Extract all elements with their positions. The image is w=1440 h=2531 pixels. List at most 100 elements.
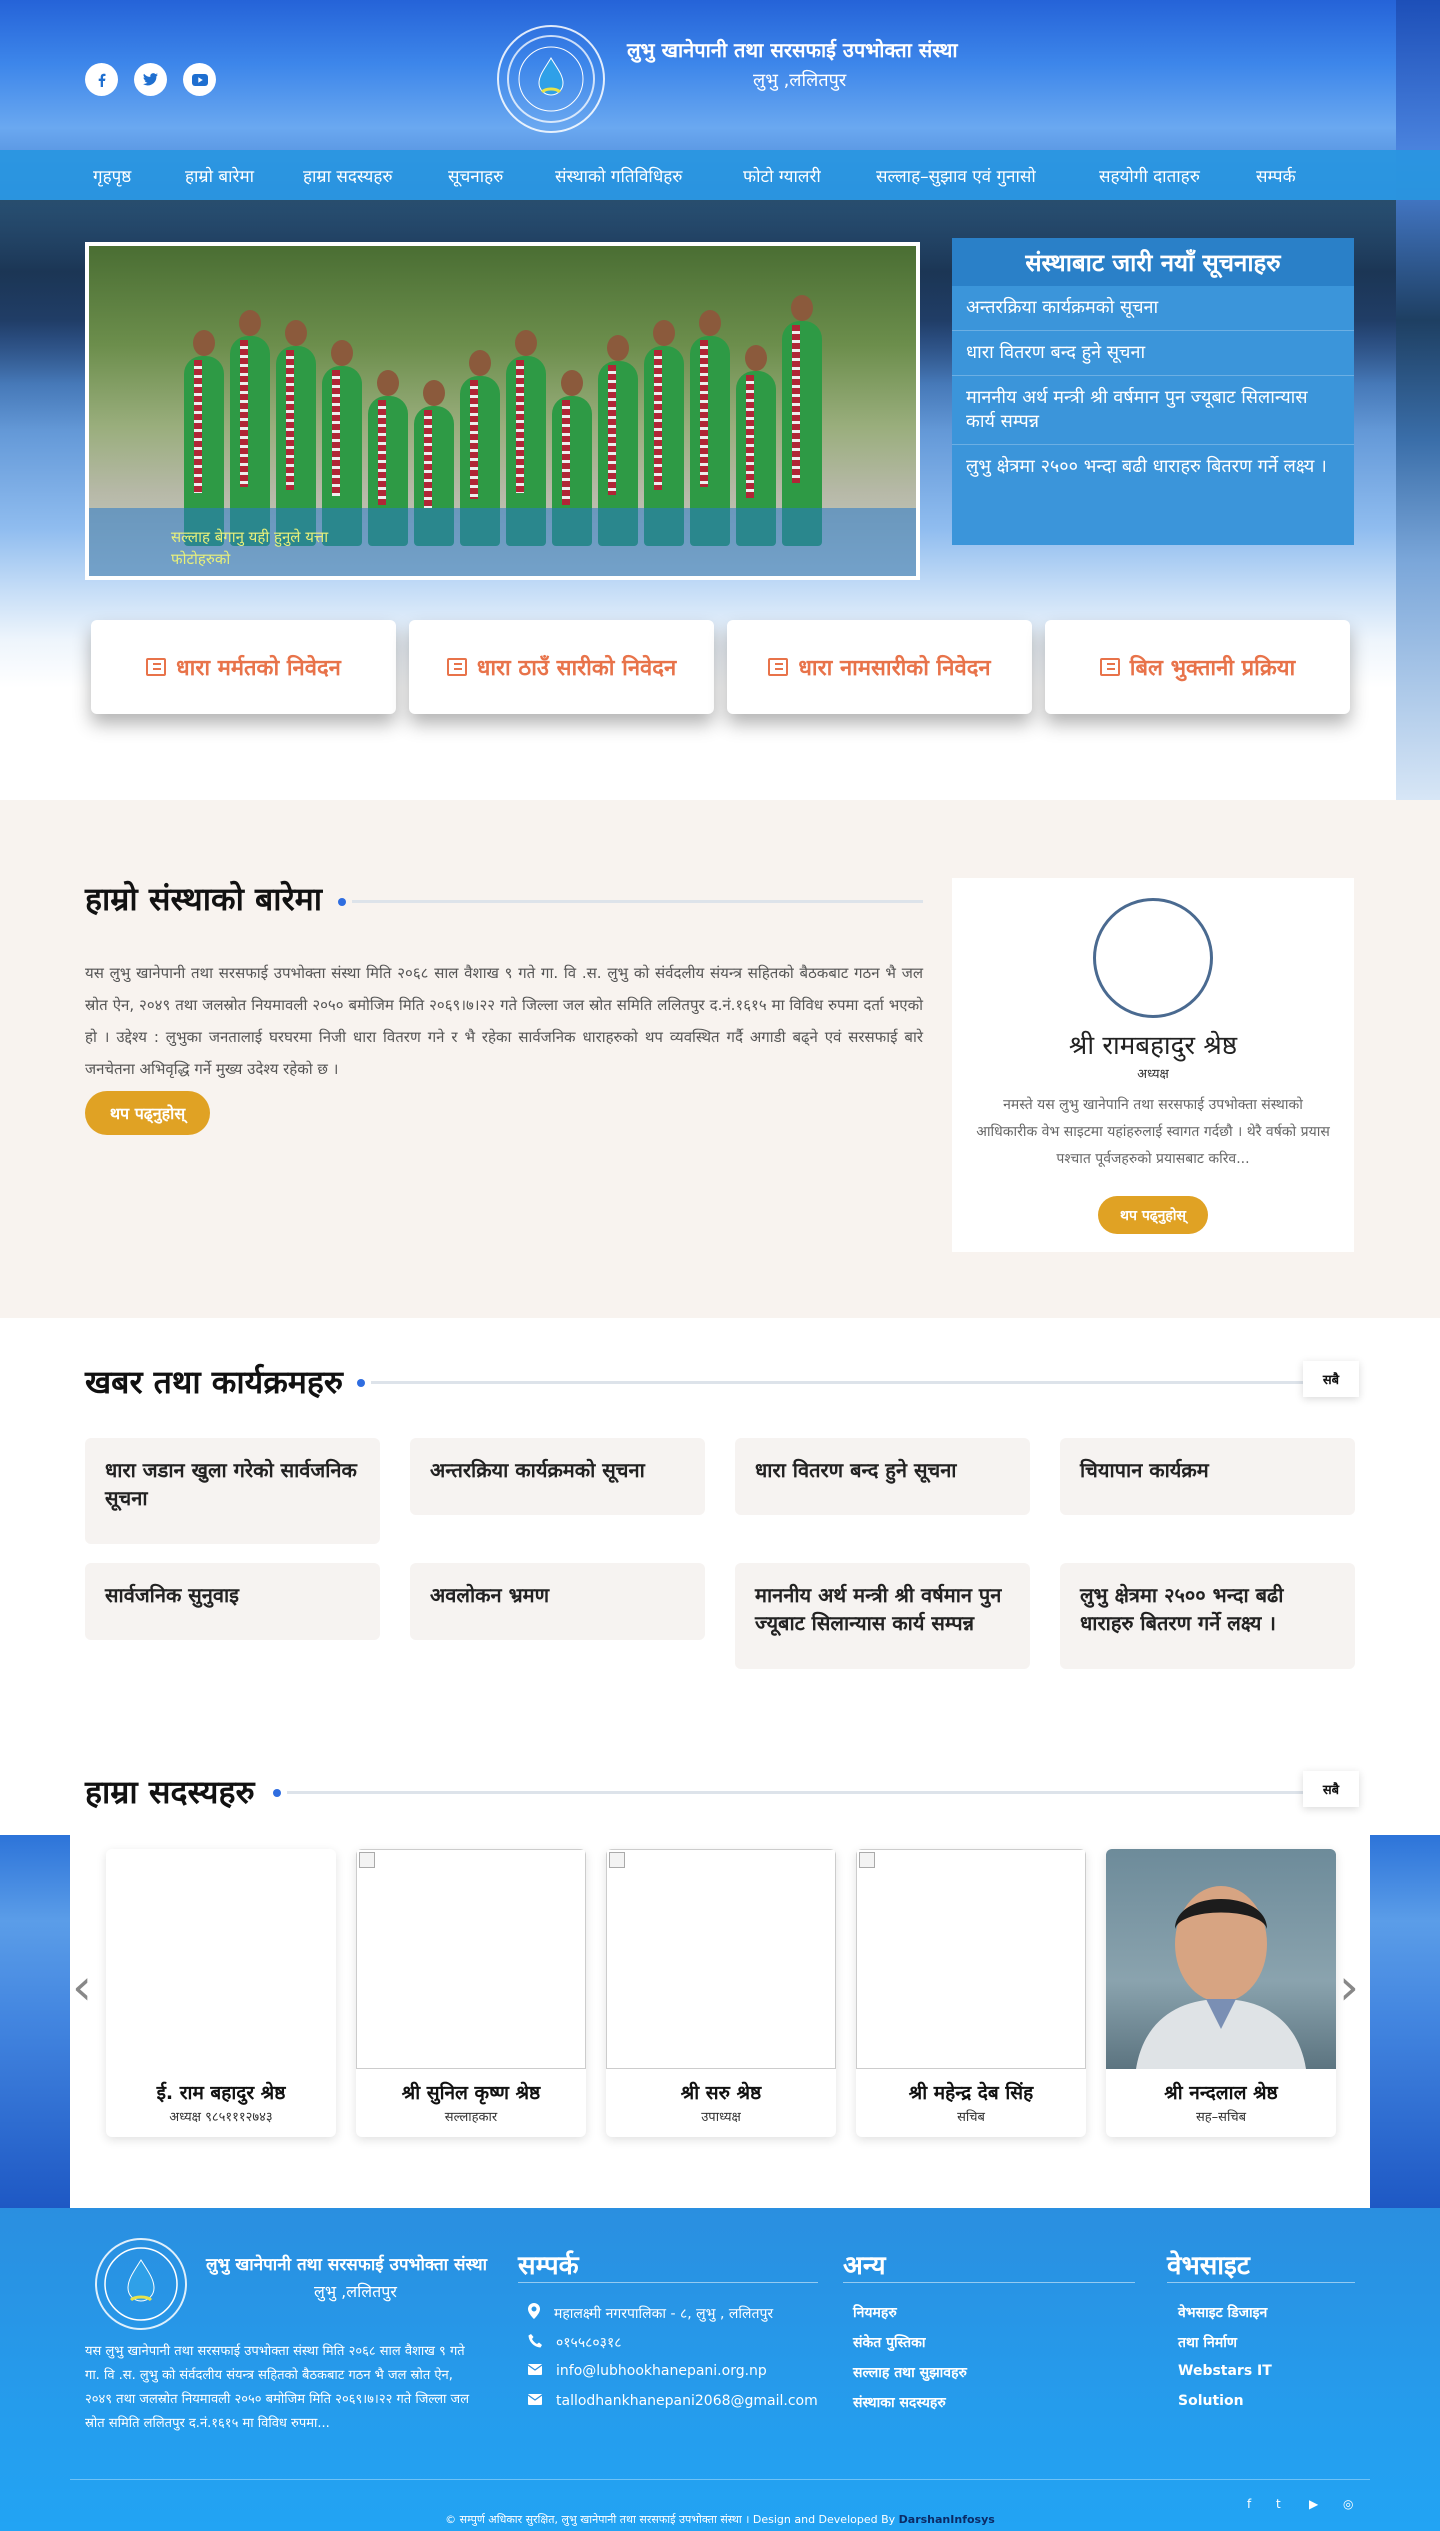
member-name: श्री सरु श्रेष्ठ [680, 2082, 762, 2104]
footer-link-rules[interactable]: नियमहरु [853, 2303, 897, 2322]
news-card[interactable]: माननीय अर्थ मन्त्री श्री वर्षमान पुन ज्य… [735, 1563, 1030, 1669]
chairman-card: श्री रामबहादुर श्रेष्ठ अध्यक्ष नमस्ते यस… [952, 878, 1354, 1252]
news-card[interactable]: लुभु क्षेत्रमा २५०० भन्दा बढी धाराहरु बि… [1060, 1563, 1355, 1669]
member-role: अध्यक्ष ९८५१११२७४३ [169, 2110, 273, 2125]
notice-item[interactable]: अन्तरक्रिया कार्यक्रमको सूचना [952, 286, 1354, 331]
service-card-tap-relocation[interactable]: धारा ठाउँ सारीको निवेदन [409, 620, 714, 714]
chevron-right-icon[interactable]: › [1339, 1958, 1359, 2016]
twitter-icon[interactable]: t [1276, 2497, 1281, 2511]
youtube-icon[interactable]: ▶ [1309, 2497, 1318, 2511]
slider-caption-text: सल्लाह बेगानु यही हुनुले यत्ता फोटोहरुको [171, 528, 329, 568]
logo-inner-ring [507, 35, 595, 123]
footer-logo[interactable] [95, 2238, 187, 2330]
water-drop-logo-icon [518, 46, 584, 112]
nav-photo-gallery[interactable]: फोटो ग्यालरी [743, 164, 821, 187]
hero-slider[interactable]: सल्लाह बेगानु यही हुनुले यत्ता फोटोहरुको [85, 242, 920, 580]
member-card[interactable]: श्री महेन्द्र देब सिंह सचिब [856, 1849, 1086, 2137]
footer-link-members[interactable]: संस्थाका सदस्यहरु [853, 2393, 946, 2412]
org-subtitle: लुभु ,ललितपुर [753, 70, 847, 91]
about-read-more-button[interactable]: थप पढ्नुहोस् [85, 1091, 210, 1135]
nav-home[interactable]: गृहपृष्ठ [93, 164, 131, 187]
chevron-left-icon[interactable]: ‹ [72, 1958, 92, 2016]
footer-address: महालक्ष्मी नगरपालिका - ८, लुभु , ललितपुर [528, 2303, 773, 2323]
news-card[interactable]: धारा जडान खुला गरेको सार्वजनिक सूचना [85, 1438, 380, 1544]
service-card-bill-payment[interactable]: बिल भुक्तानी प्रक्रिया [1045, 620, 1350, 714]
chairman-read-more-button[interactable]: थप पढ्नुहोस् [1098, 1196, 1208, 1234]
chairman-message: नमस्ते यस लुभु खानेपानि तथा सरसफाई उपभोक… [976, 1097, 1330, 1167]
latest-notices-panel: संस्थाबाट जारी नयाँ सूचनाहरु अन्तरक्रिया… [952, 238, 1354, 545]
notice-item[interactable]: लुभु क्षेत्रमा २५०० भन्दा बढी धाराहरु बि… [952, 445, 1354, 489]
nav-contact[interactable]: सम्पर्क [1256, 164, 1296, 187]
news-card[interactable]: अवलोकन भ्रमण [410, 1563, 705, 1640]
instagram-icon[interactable]: ◎ [1343, 2497, 1353, 2511]
footer-divider [518, 2282, 818, 2283]
site-logo[interactable] [497, 25, 605, 133]
news-card[interactable]: अन्तरक्रिया कार्यक्रमको सूचना [410, 1438, 705, 1515]
chairman-role: अध्यक्ष [1137, 1067, 1169, 1082]
facebook-icon[interactable] [85, 63, 118, 96]
nav-activities[interactable]: संस्थाको गतिविधिहरु [555, 164, 682, 187]
phone-icon [528, 2333, 542, 2352]
footer-link-solution[interactable]: Solution [1178, 2393, 1244, 2409]
facebook-icon[interactable]: f [1247, 2497, 1251, 2511]
member-card[interactable]: श्री सुनिल कृष्ण श्रेष्ठ सल्लाहकार [356, 1849, 586, 2137]
footer-link-booklet[interactable]: संकेत पुस्तिका [853, 2333, 925, 2352]
footer-link-suggestions[interactable]: सल्लाह तथा सुझावहरु [853, 2363, 967, 2382]
member-card[interactable]: ई. राम बहादुर श्रेष्ठ अध्यक्ष ९८५१११२७४३ [106, 1849, 336, 2137]
copyright-text: © सम्पुर्ण अधिकार सुरक्षित, लुभु खानेपान… [445, 2513, 896, 2526]
footer-phone[interactable]: ०१५५८०३१८ [528, 2333, 622, 2352]
member-card[interactable]: श्री नन्दलाल श्रेष्ठ सह–सचिब [1106, 1849, 1336, 2137]
notice-item[interactable]: धारा वितरण बन्द हुने सूचना [952, 331, 1354, 376]
footer-org-title: लुभु खानेपानी तथा सरसफाई उपभोक्ता संस्था [206, 2255, 488, 2275]
nav-suggestions[interactable]: सल्लाह–सुझाव एवं गुनासो [876, 164, 1036, 187]
portrait-image [1136, 1886, 1306, 2069]
footer-link-webstars[interactable]: Webstars IT [1178, 2363, 1272, 2379]
news-card[interactable]: सार्वजनिक सुनुवाइ [85, 1563, 380, 1640]
news-see-all-button[interactable]: सबै [1303, 1361, 1359, 1397]
list-icon [1099, 658, 1120, 676]
member-photo [856, 1849, 1086, 2069]
youtube-icon[interactable] [183, 63, 216, 96]
service-label: बिल भुक्तानी प्रक्रिया [1129, 656, 1296, 681]
member-card[interactable]: श्री सरु श्रेष्ठ उपाध्यक्ष [606, 1849, 836, 2137]
twitter-icon[interactable] [134, 63, 167, 96]
footer-divider [843, 2282, 1135, 2283]
footer-email-secondary[interactable]: tallodhankhanepani2068@gmail.com [527, 2393, 818, 2409]
service-card-tap-repair[interactable]: धारा मर्मतको निवेदन [91, 620, 396, 714]
nav-notices[interactable]: सूचनाहरु [448, 164, 503, 187]
slider-caption: सल्लाह बेगानु यही हुनुले यत्ता फोटोहरुको [89, 508, 916, 576]
about-description: यस लुभु खानेपानी तथा सरसफाई उपभोक्ता संस… [85, 964, 923, 1078]
list-icon [768, 658, 789, 676]
member-name: श्री सुनिल कृष्ण श्रेष्ठ [401, 2082, 541, 2104]
title-dot [273, 1789, 281, 1797]
member-role: सह–सचिब [1195, 2110, 1247, 2125]
broken-image-icon [609, 1852, 625, 1868]
notice-item[interactable]: माननीय अर्थ मन्त्री श्री वर्षमान पुन ज्य… [952, 376, 1354, 445]
title-dot [338, 898, 346, 906]
member-photo [606, 1849, 836, 2069]
title-dot [357, 1379, 365, 1387]
news-card[interactable]: चियापान कार्यक्रम [1060, 1438, 1355, 1515]
news-card[interactable]: धारा वितरण बन्द हुने सूचना [735, 1438, 1030, 1515]
footer-link-web-design[interactable]: वेभसाइट डिजाइन [1178, 2303, 1267, 2322]
nav-members[interactable]: हाम्रा सदस्यहरु [303, 164, 393, 187]
nav-about[interactable]: हाम्रो बारेमा [185, 164, 254, 187]
footer-other-heading: अन्य [843, 2251, 886, 2281]
title-divider [287, 1791, 1303, 1794]
news-title: खबर तथा कार्यक्रमहरु [85, 1363, 344, 1401]
footer-address-text: महालक्ष्मी नगरपालिका - ८, लुभु , ललितपुर [554, 2305, 774, 2322]
footer-email[interactable]: info@lubhookhanepani.org.np [527, 2363, 767, 2379]
footer-link-web-build[interactable]: तथा निर्माण [1178, 2333, 1237, 2352]
member-role: उपाध्यक्ष [701, 2110, 741, 2125]
service-card-name-transfer[interactable]: धारा नामसारीको निवेदन [727, 620, 1032, 714]
footer-website-heading: वेभसाइट [1167, 2251, 1250, 2281]
footer-contact-heading: सम्पर्क [518, 2251, 579, 2281]
members-see-all-button[interactable]: सबै [1303, 1771, 1359, 1807]
member-photo [1106, 1849, 1336, 2069]
developer-link[interactable]: DarshanInfosys [899, 2513, 995, 2526]
nav-donors[interactable]: सहयोगी दाताहरु [1099, 164, 1200, 187]
service-label: धारा नामसारीको निवेदन [798, 656, 991, 681]
group-photo [89, 286, 916, 546]
hero-side-strip [1396, 0, 1440, 800]
member-name: ई. राम बहादुर श्रेष्ठ [156, 2082, 286, 2104]
